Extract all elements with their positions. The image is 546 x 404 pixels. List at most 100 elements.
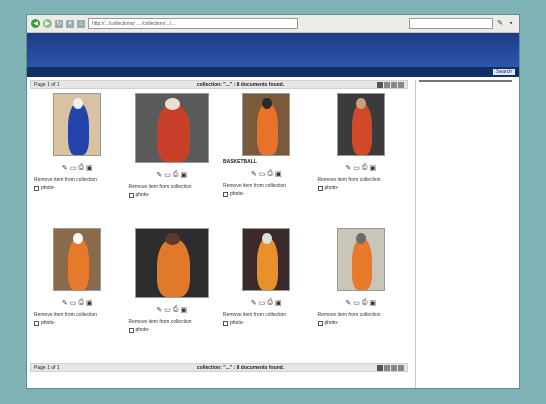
edit-icon[interactable]: ✎ [345,299,351,307]
home-icon[interactable]: ⌂ [77,19,85,28]
view-detail-icon[interactable] [391,364,397,371]
edit-icon[interactable]: ✎ [251,299,257,307]
result-count: collection: "..." : 8 documents found. [196,81,285,88]
site-nav: Search [27,67,519,77]
document-icon[interactable]: ▭ [259,170,266,178]
edit-icon[interactable]: ✎ [156,171,162,179]
photo-thumbnail[interactable] [336,93,385,156]
photo-thumbnail[interactable] [53,93,102,156]
page-label: Page 1 of 1 [34,364,60,371]
view-icon[interactable]: ▣ [275,299,282,307]
results-area: Page 1 of 1 collection: "..." : 8 docume… [27,77,411,388]
result-card: ✎ ▭ ⎙ ▣ Remove item from collection photo- [127,226,218,361]
remove-from-collection-link[interactable]: Remove item from collection [129,184,216,190]
photo-id: photo- [324,320,339,326]
stop-icon[interactable]: ✕ [66,19,74,28]
document-icon[interactable]: ▭ [70,299,77,307]
print-icon[interactable]: ⎙ [78,299,84,307]
player-figure [257,103,278,155]
edit-icon[interactable]: ✎ [62,164,68,172]
sidebar [415,80,515,388]
select-checkbox[interactable] [34,185,39,191]
result-count: collection: "..." : 8 documents found. [196,364,285,371]
photo-caption: BASKETBALL [223,159,257,165]
photo-thumbnail[interactable] [134,93,209,163]
player-figure [157,239,190,297]
document-icon[interactable]: ▭ [164,171,171,179]
address-bar[interactable]: http://.../collections/ ... /collection/… [88,18,298,29]
site-banner [27,33,519,67]
remove-from-collection-link[interactable]: Remove item from collection [318,177,405,183]
document-icon[interactable]: ▭ [70,164,77,172]
remove-from-collection-link[interactable]: Remove item from collection [223,183,310,189]
view-grid-icon[interactable] [377,81,383,88]
document-icon[interactable]: ▭ [259,299,266,307]
photo-id: photo- [135,327,150,333]
select-checkbox[interactable] [223,191,228,197]
photo-id: photo- [41,185,56,191]
player-figure [157,104,190,162]
select-checkbox[interactable] [317,185,323,191]
result-card: ✎ ▭ ⎙ ▣ Remove item from collection photo- [316,91,407,226]
view-icon[interactable]: ▣ [86,164,93,172]
edit-icon[interactable]: ✎ [251,170,257,178]
player-figure [351,238,373,290]
document-icon[interactable]: ▭ [353,164,360,172]
result-card: ✎ ▭ ⎙ ▣ Remove item from collection photo- [316,226,407,361]
select-checkbox[interactable] [128,192,134,198]
view-detail-icon[interactable] [391,81,397,88]
select-checkbox[interactable] [128,327,134,333]
result-card: ✎ ▭ ⎙ ▣ Remove item from collection photo- [221,226,312,361]
remove-from-collection-link[interactable]: Remove item from collection [34,312,121,318]
player-head [72,97,83,109]
menu-icon[interactable]: ✎ [496,20,504,28]
view-slide-icon[interactable] [398,364,404,371]
print-icon[interactable]: ⎙ [173,171,179,179]
photo-thumbnail[interactable] [336,228,385,291]
select-checkbox[interactable] [34,320,39,326]
view-icon[interactable]: ▣ [86,299,93,307]
view-list-icon[interactable] [384,364,390,371]
site-search-button[interactable]: Search [493,69,515,75]
select-checkbox[interactable] [223,320,228,326]
forward-button[interactable]: ▶ [43,19,52,28]
document-icon[interactable]: ▭ [164,306,171,314]
edit-icon[interactable]: ✎ [345,164,351,172]
view-icon[interactable]: ▣ [275,170,282,178]
view-list-icon[interactable] [384,81,390,88]
photo-thumbnail[interactable] [53,228,102,291]
photo-thumbnail[interactable] [134,228,209,298]
player-figure [68,238,89,290]
remove-from-collection-link[interactable]: Remove item from collection [129,319,216,325]
remove-from-collection-link[interactable]: Remove item from collection [223,312,310,318]
back-button[interactable]: ◀ [31,19,40,28]
select-checkbox[interactable] [317,320,323,326]
view-grid-icon[interactable] [377,364,383,371]
print-icon[interactable]: ⎙ [267,170,273,178]
view-icon[interactable]: ▣ [369,299,376,307]
remove-from-collection-link[interactable]: Remove item from collection [318,312,405,318]
print-icon[interactable]: ⎙ [78,164,84,172]
browser-search-input[interactable] [409,18,493,29]
remove-from-collection-link[interactable]: Remove item from collection [34,177,121,183]
view-slide-icon[interactable] [398,81,404,88]
bookmark-icon[interactable]: ▪ [507,20,515,28]
print-icon[interactable]: ⎙ [362,299,368,307]
edit-icon[interactable]: ✎ [156,306,162,314]
photo-thumbnail[interactable] [242,93,291,156]
sidebar-header [419,80,512,82]
document-icon[interactable]: ▭ [353,299,360,307]
reload-icon[interactable]: ↻ [55,19,63,28]
edit-icon[interactable]: ✎ [62,299,68,307]
result-card: ✎ ▭ ⎙ ▣ Remove item from collection photo- [32,91,123,226]
view-icon[interactable]: ▣ [180,306,187,314]
photo-thumbnail[interactable] [242,228,291,291]
view-icon[interactable]: ▣ [180,171,187,179]
bottom-pager: Page 1 of 1 collection: "..." : 8 docume… [30,363,408,372]
results-grid: ✎ ▭ ⎙ ▣ Remove item from collection photo- ✎ ▭ ⎙… [30,89,408,361]
print-icon[interactable]: ⎙ [362,164,368,172]
print-icon[interactable]: ⎙ [173,306,179,314]
result-card: BASKETBALL ✎ ▭ ⎙ ▣ Remove item from collectio… [221,91,312,226]
print-icon[interactable]: ⎙ [267,299,273,307]
view-icon[interactable]: ▣ [369,164,376,172]
